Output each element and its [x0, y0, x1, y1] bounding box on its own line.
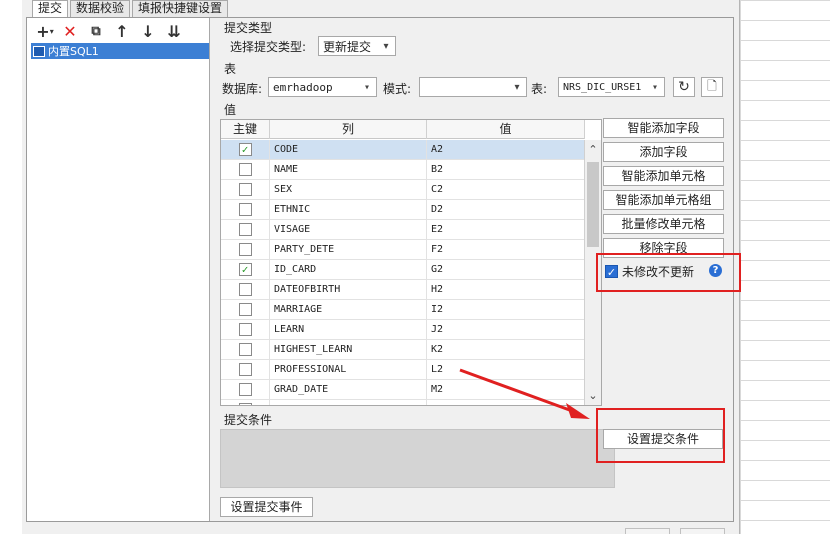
set-submit-event-button[interactable]: 设置提交事件 [220, 497, 313, 517]
condition-display-area [220, 429, 615, 488]
condition-section-label: 提交条件 [224, 413, 273, 427]
dialog-ok-button[interactable] [625, 528, 670, 534]
highlight-box-condition [596, 408, 725, 463]
dialog-cancel-button[interactable] [680, 528, 725, 534]
screen: 提交 数据校验 填报快捷键设置 + ▾ ✕ ⧉ ↑ ↓ ⇊ 内置SQL1 提交类型… [0, 0, 830, 534]
